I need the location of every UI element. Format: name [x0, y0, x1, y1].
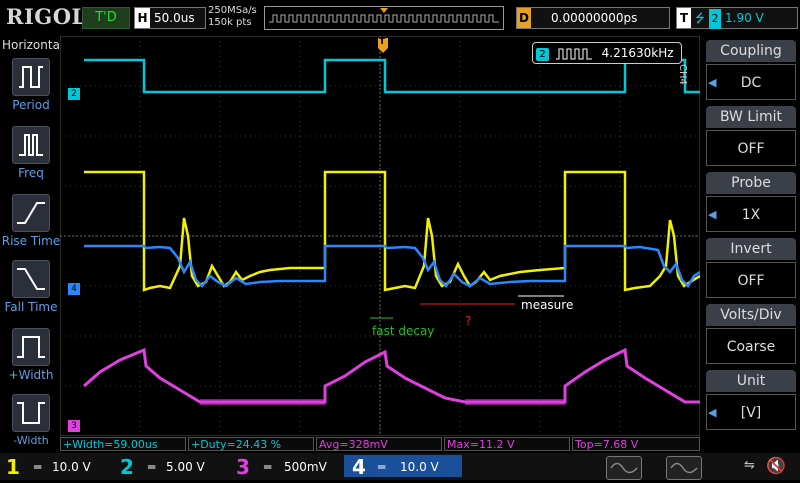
measure-annotation: measure	[521, 298, 574, 312]
unit-menu[interactable]: [V]	[706, 394, 796, 430]
trigger-settings-display[interactable]: T ⭍ 2 1.90 V	[676, 7, 798, 29]
sampling-info: 250MSa/s 150k pts	[208, 5, 257, 29]
volts-div-title: Volts/Div	[706, 304, 796, 326]
chevron-left-icon: ◀	[708, 76, 717, 89]
bw-limit-title: BW Limit	[706, 106, 796, 128]
ch2-scale[interactable]: 5.00 V	[166, 458, 205, 476]
rise-time-icon	[17, 202, 45, 224]
delay-label: D	[517, 8, 531, 28]
negative-width-button[interactable]	[12, 394, 50, 432]
negative-width-icon	[17, 402, 45, 424]
timeline-waveform-icon	[269, 8, 499, 23]
period-label: Period	[12, 98, 50, 112]
sine-wave-icon	[670, 462, 698, 474]
speaker-muted-icon[interactable]: 🔇	[766, 456, 786, 475]
timebase-display[interactable]: H 50.0us	[134, 7, 206, 29]
rise-time-label: Rise Time	[1, 234, 61, 248]
trigger-marker-letter: T	[379, 37, 386, 47]
waveform-display[interactable]	[60, 36, 700, 436]
trigger-level: 1.90 V	[725, 11, 764, 25]
coupling-menu[interactable]: DC	[706, 64, 796, 100]
measurement-item[interactable]: Max=11.2 V	[444, 437, 570, 451]
generator1-button[interactable]	[606, 456, 642, 480]
rising-edge-icon: ⭍	[695, 11, 705, 25]
negative-width-label: -Width	[13, 434, 49, 447]
ch3-coupling-icon: ═	[264, 460, 272, 474]
trigger-delay-display[interactable]: D 0.00000000ps	[516, 7, 670, 29]
counter-value: 4.21630kHz	[601, 46, 674, 60]
sine-wave-icon	[610, 462, 638, 474]
timeline-trigger-marker-icon	[380, 8, 388, 13]
positive-width-label: +Width	[8, 368, 54, 382]
positive-width-button[interactable]	[12, 328, 50, 366]
measurement-item[interactable]: +Width=59.00us	[60, 437, 186, 451]
invert-title: Invert	[706, 238, 796, 260]
channel-tag: CH4	[677, 64, 688, 85]
freq-icon	[19, 134, 43, 156]
fall-time-label: Fall Time	[4, 300, 58, 314]
probe-title: Probe	[706, 172, 796, 194]
fall-time-icon	[17, 268, 45, 290]
memory-depth: 150k pts	[208, 17, 252, 28]
ch2-coupling-icon: ═	[148, 460, 156, 474]
panel-title: Horizontal	[2, 38, 64, 52]
measurement-bar: +Width=59.00us +Duty=24.43 % Avg=328mV M…	[60, 437, 700, 452]
pulse-train-icon	[555, 48, 592, 59]
bw-limit-menu[interactable]: OFF	[706, 130, 796, 166]
trigger-source: 2	[709, 9, 721, 29]
horizontal-label: H	[135, 8, 150, 28]
rise-time-button[interactable]	[12, 194, 50, 232]
question-annotation: ?	[465, 314, 472, 328]
period-icon	[19, 66, 43, 88]
ch1-number: 1	[6, 455, 20, 479]
usb-icon: ⇋	[744, 458, 755, 473]
ch3-number: 3	[236, 455, 250, 479]
probe-menu[interactable]: 1X	[706, 196, 796, 232]
volts-div-menu[interactable]: Coarse	[706, 328, 796, 364]
freq-button[interactable]	[12, 126, 50, 164]
brand-logo: RIGOL	[6, 4, 87, 29]
positive-width-icon	[17, 336, 45, 358]
freq-label: Freq	[18, 166, 44, 180]
ch4-offset-marker[interactable]: 4	[68, 283, 80, 295]
invert-menu[interactable]: OFF	[706, 262, 796, 298]
ch4-number: 4	[352, 455, 366, 479]
period-button[interactable]	[12, 58, 50, 96]
timebase-value: 50.0us	[154, 11, 195, 25]
counter-channel: 2	[536, 48, 549, 61]
measurement-item[interactable]: Avg=328mV	[316, 437, 442, 451]
ch2-offset-marker[interactable]: 2	[68, 88, 80, 100]
sample-rate: 250MSa/s	[208, 5, 257, 16]
unit-title: Unit	[706, 370, 796, 392]
chevron-left-icon: ◀	[708, 406, 717, 419]
ch1-coupling-icon: ═	[34, 460, 42, 474]
ch2-number: 2	[120, 455, 134, 479]
frequency-counter: 2 4.21630kHz	[532, 42, 682, 64]
memory-timeline[interactable]	[264, 6, 504, 30]
delay-value: 0.00000000ps	[551, 11, 638, 25]
measurement-item[interactable]: Top=7.68 V	[572, 437, 700, 451]
ch3-offset-marker[interactable]: 3	[68, 420, 80, 432]
fast-decay-annotation: fast decay	[372, 324, 435, 338]
fall-time-button[interactable]	[12, 260, 50, 298]
trigger-status-badge: T'D	[82, 7, 130, 29]
trigger-label: T	[677, 8, 691, 28]
ch1-scale[interactable]: 10.0 V	[52, 458, 91, 476]
coupling-title: Coupling	[706, 40, 796, 62]
measurement-item[interactable]: +Duty=24.43 %	[188, 437, 314, 451]
ch3-scale[interactable]: 500mV	[284, 458, 327, 476]
generator2-button[interactable]	[666, 456, 702, 480]
ch4-scale[interactable]: 10.0 V	[400, 458, 439, 476]
ch4-coupling-icon: ═	[378, 460, 386, 474]
chevron-left-icon: ◀	[708, 208, 717, 221]
